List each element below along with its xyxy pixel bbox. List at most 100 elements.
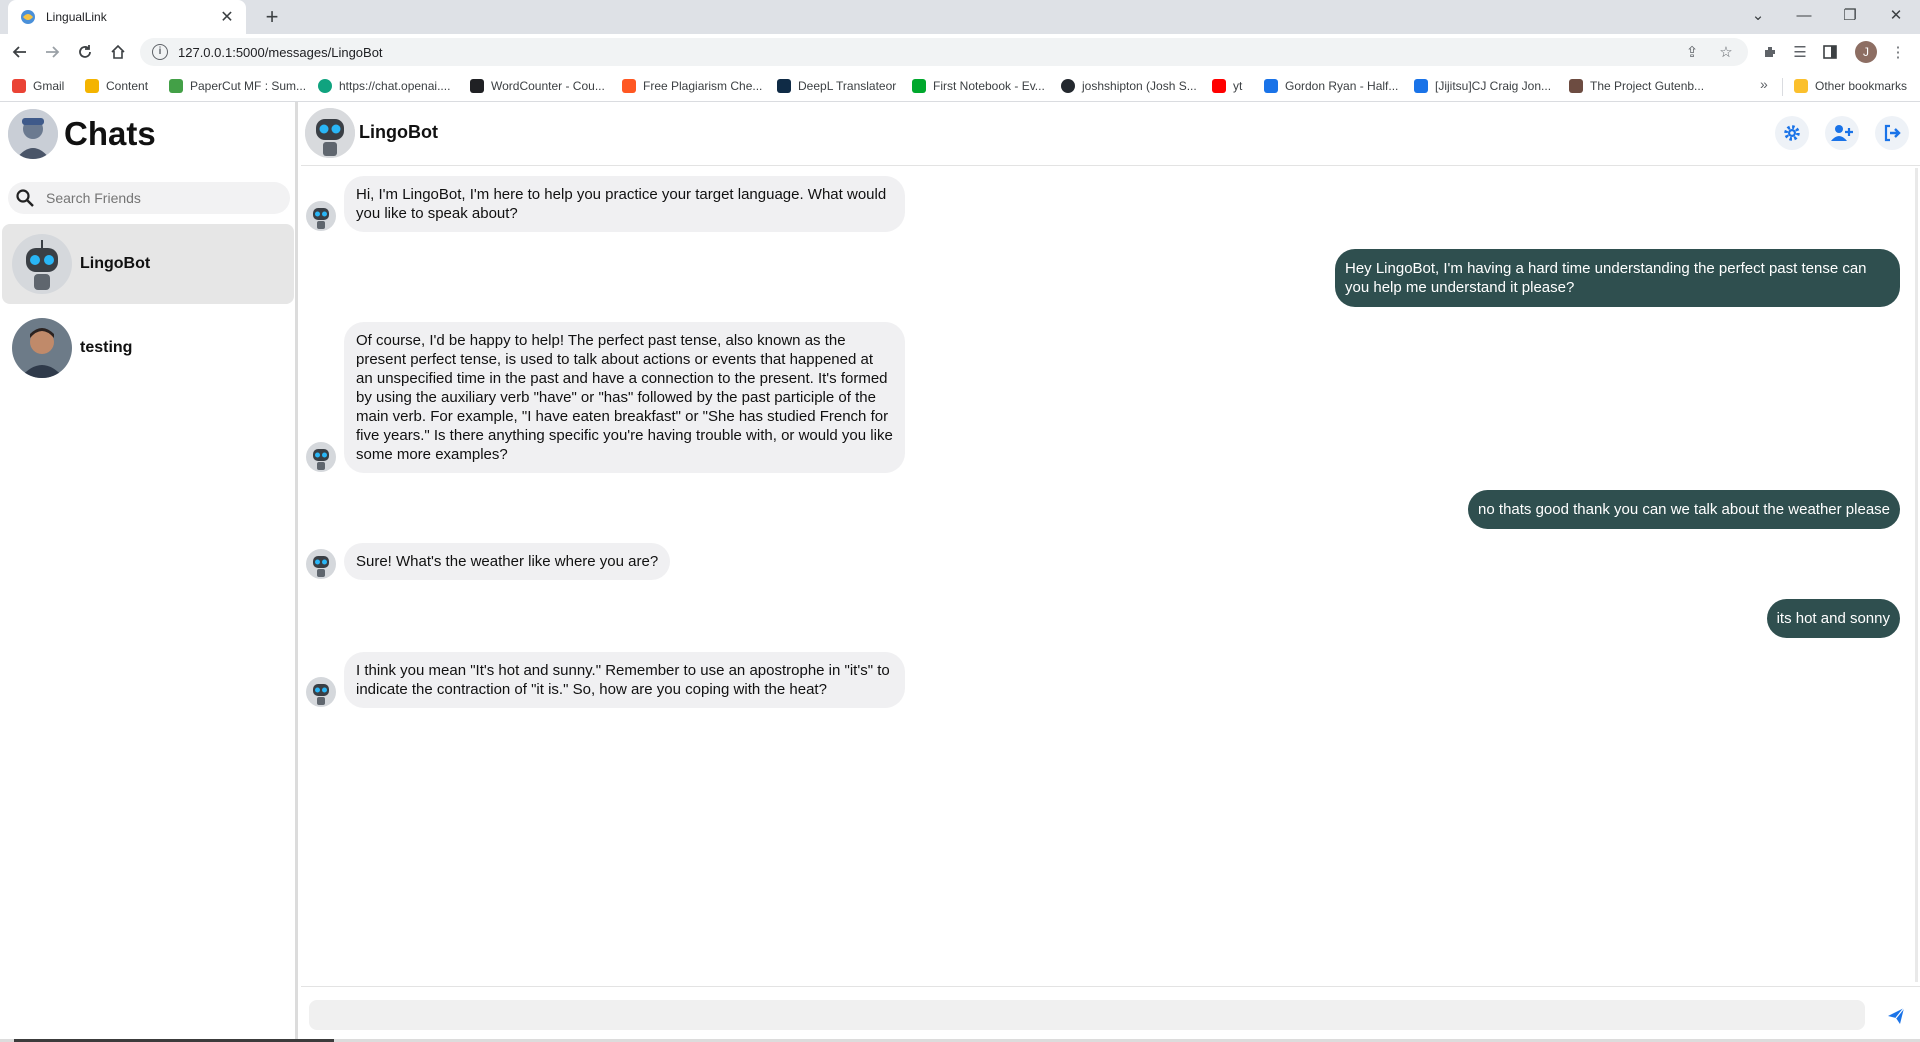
send-button[interactable]	[1881, 1001, 1911, 1031]
reading-list-icon[interactable]: ☰	[1786, 38, 1814, 66]
bot-avatar	[306, 549, 336, 579]
user-message: Hey LingoBot, I'm having a hard time und…	[1335, 249, 1900, 307]
folder-icon	[1794, 79, 1808, 93]
new-tab-button[interactable]: +	[258, 3, 286, 31]
tab-search-icon[interactable]: ⌄	[1735, 0, 1781, 30]
bookmark-gmail[interactable]: Gmail	[12, 77, 64, 95]
site-favicon-icon	[20, 9, 36, 25]
message-bubble: no thats good thank you can we talk abou…	[1468, 490, 1900, 529]
openai-icon	[318, 79, 332, 93]
bookmark-gordon-ryan[interactable]: Gordon Ryan - Half...	[1264, 77, 1398, 95]
bookmark-wordcounter[interactable]: WordCounter - Cou...	[470, 77, 605, 95]
side-panel-icon[interactable]	[1816, 38, 1844, 66]
deepl-icon	[777, 79, 791, 93]
bookmark-gutenberg[interactable]: The Project Gutenb...	[1569, 77, 1704, 95]
bookmark-evernote[interactable]: First Notebook - Ev...	[912, 77, 1045, 95]
back-icon[interactable]	[6, 38, 34, 66]
user-message: its hot and sonny	[1766, 599, 1900, 638]
other-bookmarks[interactable]: Other bookmarks	[1794, 77, 1907, 95]
gear-icon	[1783, 124, 1801, 142]
wordcounter-icon	[470, 79, 484, 93]
search-icon	[12, 185, 38, 211]
bookmark-chat-openai[interactable]: https://chat.openai....	[318, 77, 450, 95]
scrollbar[interactable]	[1915, 168, 1918, 982]
tab-close-icon[interactable]: ✕	[218, 7, 236, 27]
chat-contact-name: LingoBot	[359, 122, 438, 142]
address-bar[interactable]: i 127.0.0.1:5000/messages/LingoBot ⇪ ☆	[140, 38, 1748, 66]
papercut-icon	[169, 79, 183, 93]
settings-button[interactable]	[1775, 116, 1809, 150]
more-bookmarks-icon[interactable]: »	[1760, 76, 1768, 92]
logout-button[interactable]	[1875, 116, 1909, 150]
minimize-icon[interactable]: —	[1781, 0, 1827, 30]
message-bubble: Hey LingoBot, I'm having a hard time und…	[1335, 249, 1900, 307]
contact-name: LingoBot	[80, 255, 151, 272]
browser-tab-bar: LingualLink ✕ + ⌄ — ❐ ✕	[0, 0, 1920, 34]
calendar-icon	[1414, 79, 1428, 93]
youtube-icon	[1212, 79, 1226, 93]
gmail-icon	[12, 79, 26, 93]
message-bubble: Sure! What's the weather like where you …	[344, 543, 671, 580]
tab-title: LingualLink	[46, 10, 107, 24]
contact-item-testing[interactable]: testing	[2, 308, 294, 388]
message-bubble: its hot and sonny	[1766, 599, 1900, 638]
evernote-icon	[912, 79, 926, 93]
bookmark-craig-jones[interactable]: [Jijitsu]CJ Craig Jon...	[1414, 77, 1551, 95]
bot-message: Sure! What's the weather like where you …	[306, 543, 671, 580]
forward-icon[interactable]	[38, 38, 66, 66]
restore-icon[interactable]: ❐	[1827, 0, 1873, 30]
bot-avatar	[306, 442, 336, 472]
message-input[interactable]	[309, 1000, 1865, 1030]
content-icon	[85, 79, 99, 93]
contact-item-lingobot[interactable]: LingoBot	[2, 224, 294, 304]
reload-icon[interactable]	[71, 38, 99, 66]
bot-message: I think you mean "It's hot and sunny." R…	[306, 652, 905, 708]
logout-icon	[1883, 124, 1901, 142]
bookmark-github[interactable]: joshshipton (Josh S...	[1061, 77, 1197, 95]
github-icon	[1061, 79, 1075, 93]
home-icon[interactable]	[104, 38, 132, 66]
browser-toolbar: i 127.0.0.1:5000/messages/LingoBot ⇪ ☆ ☰…	[0, 34, 1920, 70]
bookmark-deepl[interactable]: DeepL Translateor	[777, 77, 896, 95]
bookmark-plagiarism[interactable]: Free Plagiarism Che...	[622, 77, 762, 95]
profile-button[interactable]: J	[1852, 38, 1880, 66]
user-avatar[interactable]	[8, 109, 58, 159]
testing-avatar	[12, 318, 72, 378]
bot-avatar	[306, 201, 336, 231]
message-bubble: Of course, I'd be happy to help! The per…	[344, 322, 905, 473]
profile-avatar: J	[1855, 41, 1877, 63]
chat-app: Chats LingoBot	[0, 102, 1920, 1042]
sidebar-title: Chats	[64, 115, 156, 152]
send-icon	[1886, 1006, 1906, 1026]
chat-header: LingoBot	[301, 102, 1920, 166]
gutenberg-icon	[1569, 79, 1583, 93]
search-friends-box[interactable]	[8, 182, 290, 214]
url-text[interactable]: 127.0.0.1:5000/messages/LingoBot	[178, 45, 1668, 60]
bookmark-content[interactable]: Content	[85, 77, 148, 95]
bookmark-youtube[interactable]: yt	[1212, 77, 1242, 95]
extensions-icon[interactable]	[1756, 38, 1784, 66]
calendar-icon	[1264, 79, 1278, 93]
chat-pane: LingoBot Hi, I'm LingoBot, I'm here to h…	[301, 102, 1920, 1042]
add-user-icon	[1831, 124, 1853, 142]
bookmarks-bar: Gmail Content PaperCut MF : Sum... https…	[0, 70, 1920, 102]
bot-message: Of course, I'd be happy to help! The per…	[306, 322, 905, 473]
bookmark-papercut[interactable]: PaperCut MF : Sum...	[169, 77, 306, 95]
close-window-icon[interactable]: ✕	[1873, 0, 1919, 30]
share-icon[interactable]: ⇪	[1682, 43, 1702, 61]
message-list[interactable]: Hi, I'm LingoBot, I'm here to help you p…	[301, 166, 1920, 986]
browser-tab[interactable]: LingualLink ✕	[8, 0, 246, 34]
user-message: no thats good thank you can we talk abou…	[1468, 490, 1900, 529]
message-bubble: I think you mean "It's hot and sunny." R…	[344, 652, 905, 708]
lingobot-avatar	[12, 234, 72, 294]
site-info-icon[interactable]: i	[152, 44, 168, 60]
search-friends-input[interactable]	[44, 189, 278, 207]
browser-menu-icon[interactable]: ⋮	[1884, 38, 1912, 66]
chat-contact-avatar	[305, 108, 355, 158]
message-bubble: Hi, I'm LingoBot, I'm here to help you p…	[344, 176, 905, 232]
add-friend-button[interactable]	[1825, 116, 1859, 150]
bookmark-star-icon[interactable]: ☆	[1716, 43, 1736, 61]
plagiarism-icon	[622, 79, 636, 93]
sidebar-header: Chats	[8, 108, 156, 160]
bot-avatar	[306, 677, 336, 707]
